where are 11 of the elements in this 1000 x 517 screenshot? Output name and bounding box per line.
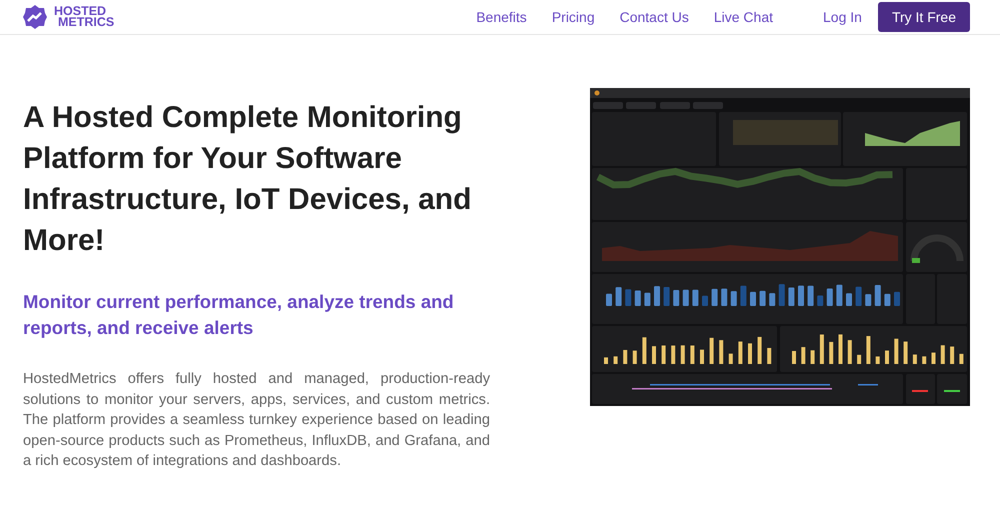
nav-link[interactable]: Contact Us: [620, 9, 689, 25]
nav-link[interactable]: Live Chat: [714, 9, 774, 25]
hero-description: HostedMetrics offers fully hosted and managed, production-ready solutions to monitor your servers, apps, services, and custom metrics. The platform provides a seamless turnkey experience based on leading open-source products such as Prometheus, InfluxDB, and Grafana, and a rich ecosystem of integrations and dashboards.: [23, 370, 490, 471]
logo-icon: [22, 4, 48, 30]
nav-link[interactable]: Benefits: [476, 9, 527, 25]
nav-link[interactable]: Pricing: [552, 9, 595, 25]
hero-title: A Hosted Complete Monitoring Platform for Your Software Infrastructure, IoT Devices, and More!: [23, 100, 472, 259]
hero-subtitle: Monitor current performance, analyze trends and reports, and receive alerts: [23, 290, 455, 340]
logo-text: HOSTED METRICS: [54, 6, 114, 28]
try-free-button[interactable]: Try It Free: [878, 2, 970, 32]
login-link[interactable]: Log In: [823, 9, 862, 25]
